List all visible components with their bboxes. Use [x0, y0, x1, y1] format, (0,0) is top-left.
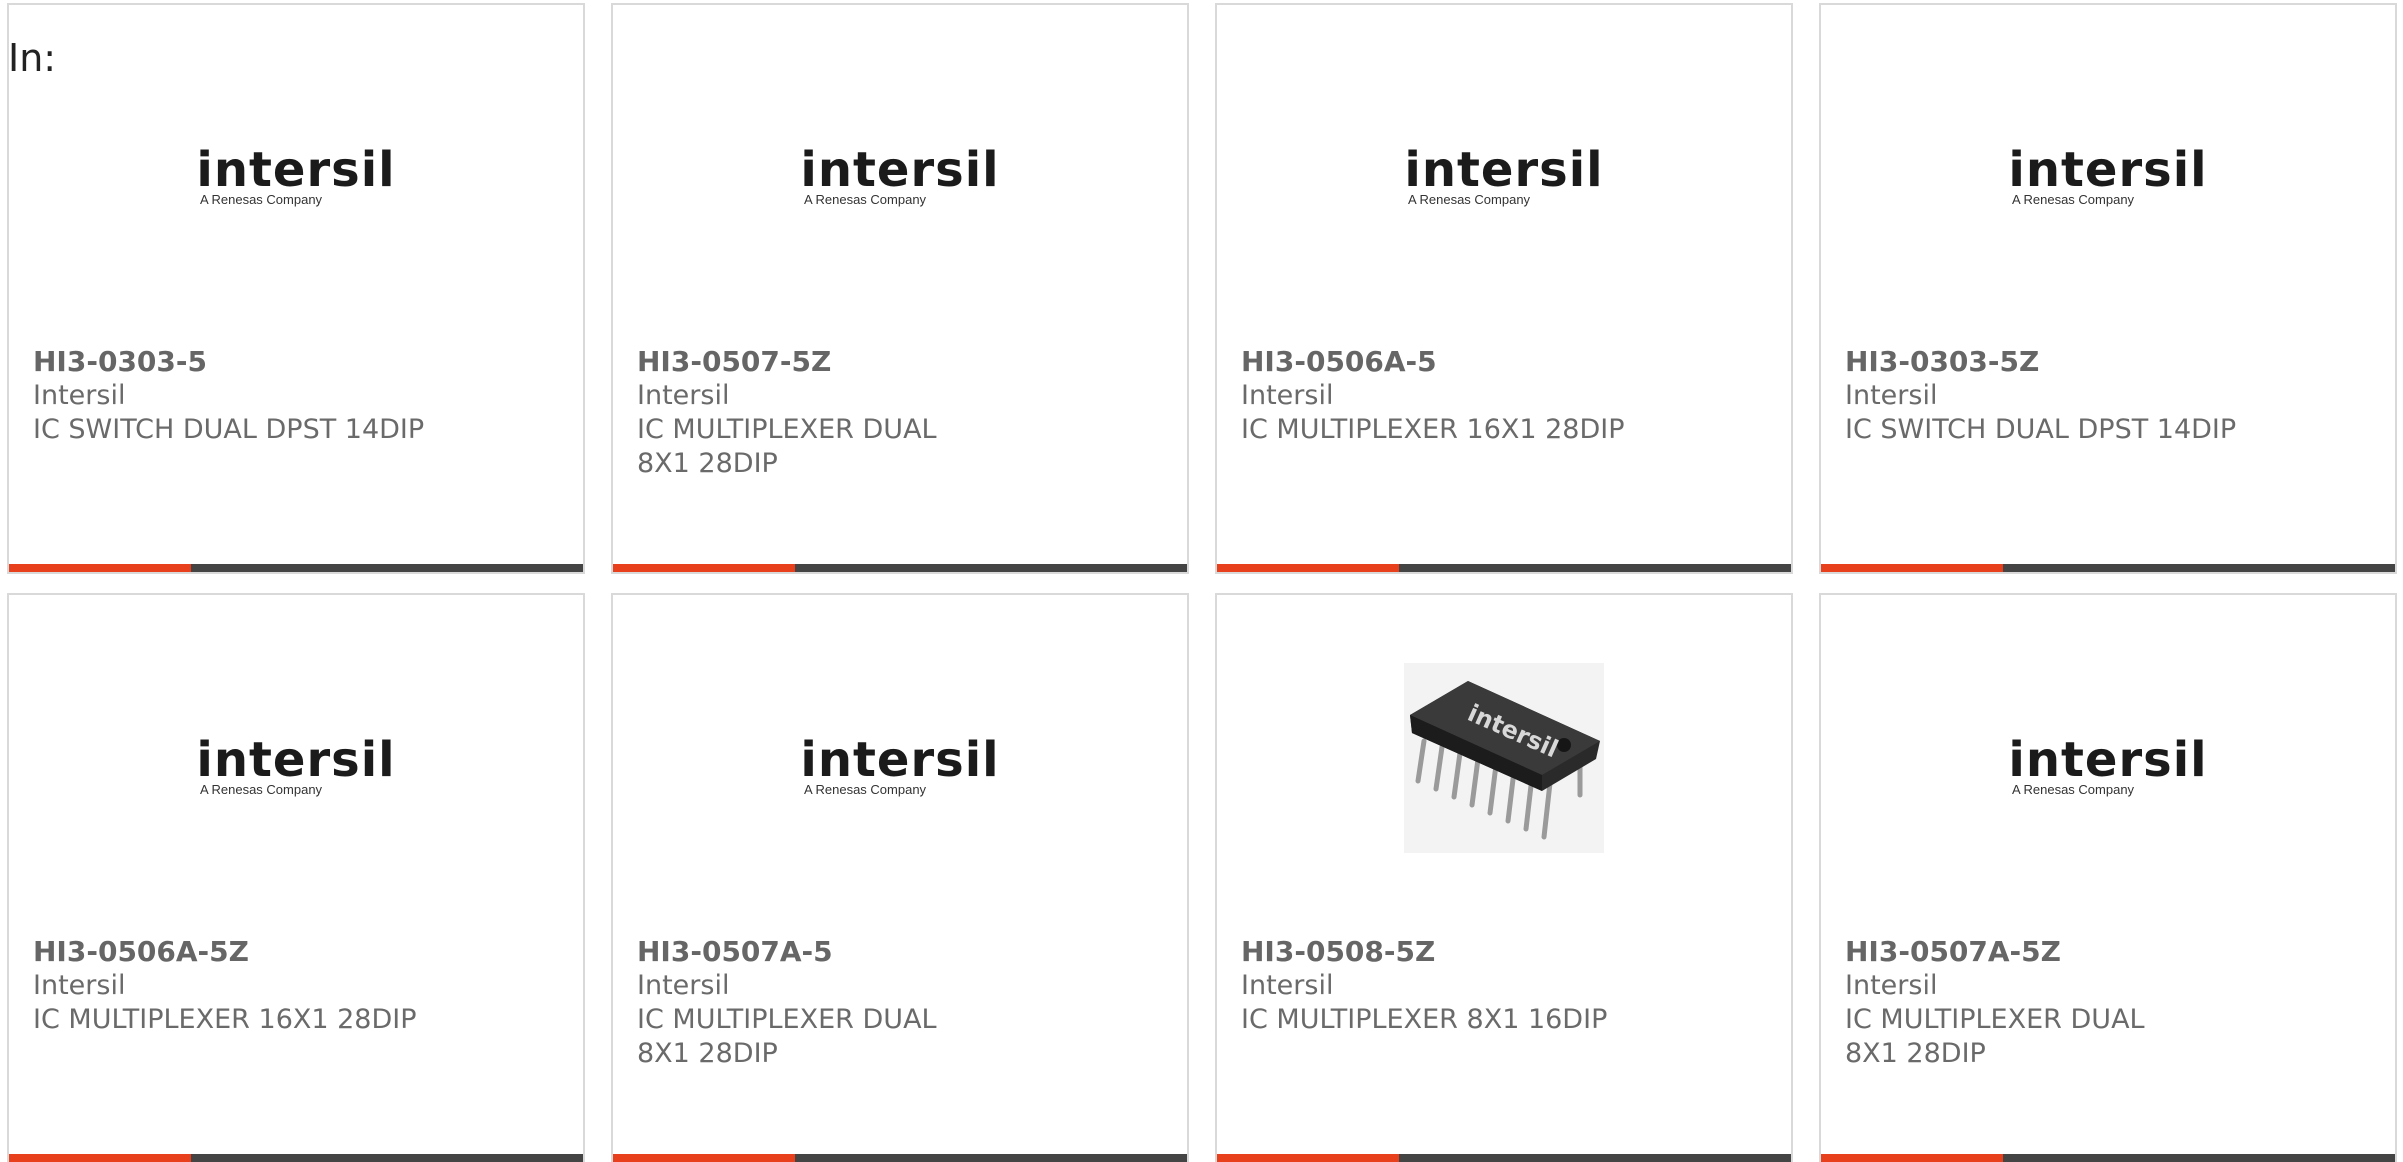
product-card[interactable]: intersil A Renesas Company HI3-0507A-5Z …	[1819, 593, 2397, 1162]
part-number-link[interactable]: HI3-0507-5Z	[637, 345, 1057, 379]
product-image[interactable]: intersil A Renesas Company	[9, 125, 583, 235]
product-image[interactable]: intersil	[1217, 663, 1791, 853]
part-number-link[interactable]: HI3-0507A-5	[637, 935, 1057, 969]
product-image[interactable]: intersil A Renesas Company	[1821, 715, 2395, 825]
product-card[interactable]: intersil A Renesas Company HI3-0507A-5 I…	[611, 593, 1189, 1162]
product-card[interactable]: intersil HI3-0508-5Z Intersil IC MULTIPL…	[1215, 593, 1793, 1162]
description: IC MULTIPLEXER 16X1 28DIP	[33, 1004, 417, 1035]
dip-chip-icon: intersil	[1404, 663, 1604, 853]
card-bottom-bar	[1217, 564, 1791, 572]
intersil-logo: intersil A Renesas Company	[196, 732, 396, 797]
part-number-link[interactable]: HI3-0303-5	[33, 345, 453, 379]
card-bottom-bar	[1821, 564, 2395, 572]
part-number-link[interactable]: HI3-0507A-5Z	[1845, 935, 2265, 969]
card-bottom-bar	[9, 1154, 583, 1162]
product-card[interactable]: intersil A Renesas Company HI3-0506A-5 I…	[1215, 3, 1793, 574]
accent-bar	[1217, 564, 1399, 572]
filter-label: In:	[8, 36, 57, 80]
card-bottom-bar	[613, 564, 1187, 572]
intersil-logo: intersil A Renesas Company	[2008, 142, 2208, 207]
manufacturer: Intersil	[637, 970, 730, 1001]
accent-bar	[9, 564, 191, 572]
accent-bar	[613, 564, 795, 572]
card-bottom-bar	[1217, 1154, 1791, 1162]
manufacturer: Intersil	[1241, 380, 1334, 411]
manufacturer: Intersil	[33, 380, 126, 411]
description: IC MULTIPLEXER 16X1 28DIP	[1241, 414, 1625, 445]
product-image[interactable]: intersil A Renesas Company	[1821, 125, 2395, 235]
product-card[interactable]: intersil A Renesas Company HI3-0303-5Z I…	[1819, 3, 2397, 574]
part-number-link[interactable]: HI3-0506A-5	[1241, 345, 1661, 379]
accent-bar	[1217, 1154, 1399, 1162]
description: IC SWITCH DUAL DPST 14DIP	[1845, 414, 2237, 445]
accent-bar	[613, 1154, 795, 1162]
product-image[interactable]: intersil A Renesas Company	[1217, 125, 1791, 235]
product-image[interactable]: intersil A Renesas Company	[613, 125, 1187, 235]
description: IC MULTIPLEXER DUAL 8X1 28DIP	[637, 414, 937, 479]
description: IC MULTIPLEXER DUAL 8X1 28DIP	[1845, 1004, 2145, 1069]
accent-bar	[9, 1154, 191, 1162]
intersil-logo: intersil A Renesas Company	[800, 732, 1000, 797]
product-image[interactable]: intersil A Renesas Company	[9, 715, 583, 825]
description: IC MULTIPLEXER 8X1 16DIP	[1241, 1004, 1608, 1035]
part-number-link[interactable]: HI3-0506A-5Z	[33, 935, 453, 969]
card-bottom-bar	[9, 564, 583, 572]
manufacturer: Intersil	[33, 970, 126, 1001]
intersil-logo: intersil A Renesas Company	[2008, 732, 2208, 797]
intersil-logo: intersil A Renesas Company	[1404, 142, 1604, 207]
manufacturer: Intersil	[1845, 380, 1938, 411]
description: IC MULTIPLEXER DUAL 8X1 28DIP	[637, 1004, 937, 1069]
product-card[interactable]: intersil A Renesas Company HI3-0303-5 In…	[7, 3, 585, 574]
part-number-link[interactable]: HI3-0303-5Z	[1845, 345, 2265, 379]
product-card[interactable]: intersil A Renesas Company HI3-0507-5Z I…	[611, 3, 1189, 574]
accent-bar	[1821, 1154, 2003, 1162]
card-bottom-bar	[613, 1154, 1187, 1162]
card-bottom-bar	[1821, 1154, 2395, 1162]
manufacturer: Intersil	[1241, 970, 1334, 1001]
intersil-logo: intersil A Renesas Company	[800, 142, 1000, 207]
part-number-link[interactable]: HI3-0508-5Z	[1241, 935, 1661, 969]
accent-bar	[1821, 564, 2003, 572]
product-card[interactable]: intersil A Renesas Company HI3-0506A-5Z …	[7, 593, 585, 1162]
product-image[interactable]: intersil A Renesas Company	[613, 715, 1187, 825]
description: IC SWITCH DUAL DPST 14DIP	[33, 414, 425, 445]
manufacturer: Intersil	[637, 380, 730, 411]
intersil-logo: intersil A Renesas Company	[196, 142, 396, 207]
product-grid-page: In: intersil A Renesas Company HI3-0303-…	[0, 0, 2403, 1162]
manufacturer: Intersil	[1845, 970, 1938, 1001]
